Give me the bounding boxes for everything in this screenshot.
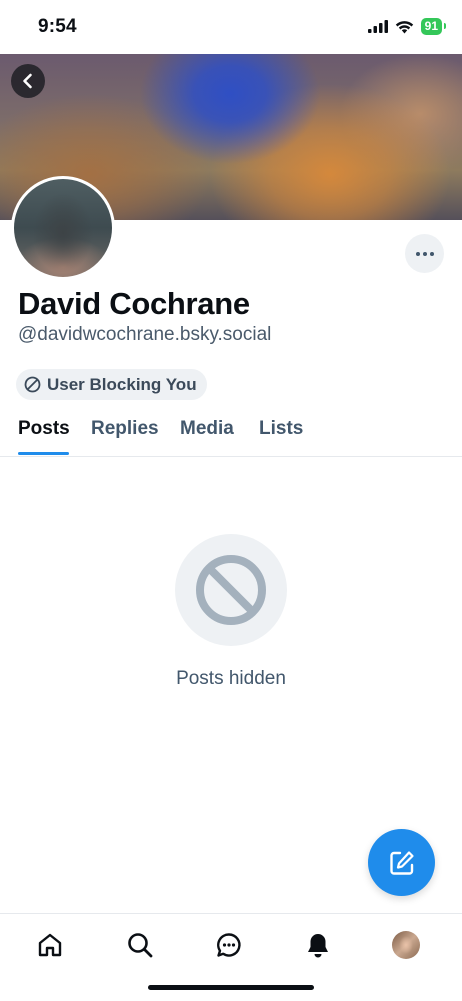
compose-icon	[389, 850, 414, 875]
bell-icon	[308, 934, 328, 958]
profile-handle: @davidwcochrane.bsky.social	[18, 324, 272, 345]
wifi-icon	[395, 20, 413, 33]
profile-tabs: Posts Replies Media Lists	[0, 408, 462, 457]
ban-icon	[196, 555, 266, 625]
nav-search-button[interactable]	[125, 930, 155, 960]
more-options-button[interactable]	[405, 234, 444, 273]
tab-media[interactable]: Media	[180, 418, 234, 440]
empty-state-text: Posts hidden	[176, 668, 286, 689]
nav-profile-button[interactable]	[391, 930, 421, 960]
profile-avatar[interactable]	[11, 176, 115, 280]
nav-home-button[interactable]	[35, 930, 65, 960]
status-bar: 9:54 91	[0, 0, 462, 54]
tab-replies[interactable]: Replies	[91, 418, 159, 440]
blocking-status-label: User Blocking You	[47, 374, 197, 394]
nav-notifications-button[interactable]	[303, 930, 333, 960]
ellipsis-icon	[415, 251, 434, 256]
avatar	[392, 931, 420, 959]
tab-lists[interactable]: Lists	[259, 418, 303, 440]
empty-state-icon-container	[175, 534, 287, 646]
chat-icon	[217, 933, 241, 957]
back-button[interactable]	[11, 64, 45, 98]
battery-indicator: 91	[420, 18, 447, 35]
compose-post-button[interactable]	[368, 829, 435, 896]
active-tab-indicator	[18, 452, 69, 455]
signal-icon	[367, 20, 388, 33]
home-icon	[38, 933, 62, 957]
ban-icon	[24, 376, 41, 393]
blocking-status-badge: User Blocking You	[16, 369, 207, 400]
search-icon	[128, 933, 153, 958]
nav-chat-button[interactable]	[214, 930, 244, 960]
display-name: David Cochrane	[18, 286, 250, 321]
status-time: 9:54	[38, 16, 77, 37]
status-icons: 91	[367, 18, 447, 35]
chevron-left-icon	[23, 73, 32, 89]
home-indicator	[148, 985, 314, 990]
tab-posts[interactable]: Posts	[18, 418, 70, 440]
